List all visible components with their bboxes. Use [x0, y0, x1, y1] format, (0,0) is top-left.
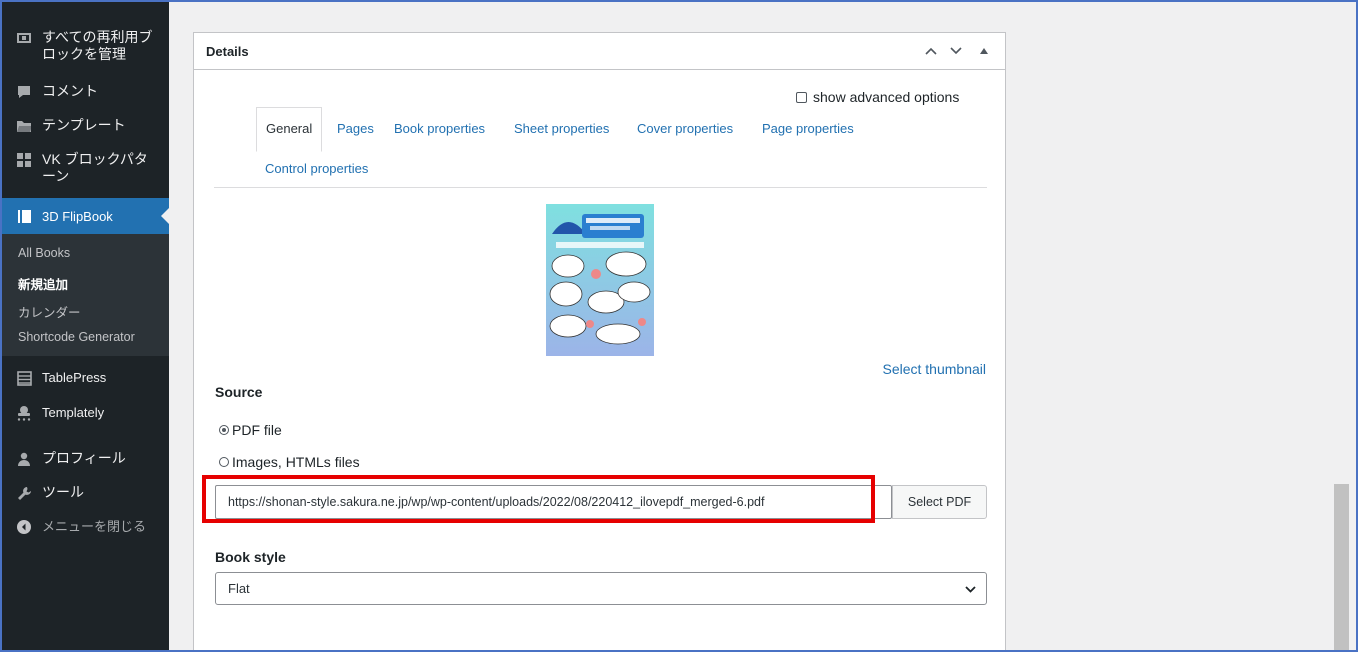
submenu-item-shortcode-generator[interactable]: Shortcode Generator [18, 330, 135, 344]
tab-control-properties[interactable]: Control properties [265, 161, 368, 176]
pdf-url-input[interactable] [215, 485, 892, 519]
sidebar-item-label: テンプレート [42, 117, 126, 133]
book-thumbnail[interactable] [546, 204, 654, 356]
source-label: Source [215, 384, 263, 400]
radio-images-htmls-input[interactable] [219, 457, 229, 467]
tab-book-properties[interactable]: Book properties [394, 121, 485, 136]
sidebar-item-reusable-blocks[interactable]: すべての再利用ブ ロックを管理 [2, 28, 169, 64]
sidebar-item-label: ツール [42, 484, 84, 500]
book-style-select[interactable]: Flat [215, 572, 987, 605]
admin-sidebar: すべての再利用ブ ロックを管理 コメント テンプレート VK ブロックパタ ーン… [2, 2, 169, 652]
details-panel: Details show advanced options General Pa… [193, 32, 1006, 652]
sidebar-item-templately[interactable]: Templately [2, 403, 169, 429]
panel-title: Details [206, 44, 249, 59]
show-advanced-options[interactable]: show advanced options [796, 89, 959, 105]
advanced-options-label: show advanced options [813, 89, 960, 105]
sidebar-item-label: メニューを閉じる [42, 519, 147, 534]
user-icon [14, 449, 34, 469]
move-up-icon[interactable] [922, 41, 940, 61]
sidebar-item-label: 3D FlipBook [42, 209, 113, 224]
book-style-label: Book style [215, 549, 286, 565]
tab-cover-properties[interactable]: Cover properties [637, 121, 733, 136]
reusable-block-icon [14, 28, 34, 48]
flipbook-submenu: All Books 新規追加 カレンダー Shortcode Generator [2, 234, 169, 356]
radio-pdf-file-input[interactable] [219, 425, 229, 435]
select-pdf-button[interactable]: Select PDF [892, 485, 987, 519]
radio-images-htmls[interactable]: Images, HTMLs files [219, 454, 360, 470]
sidebar-item-label: プロフィール [42, 450, 126, 466]
collapse-icon [14, 517, 34, 537]
templately-icon [14, 403, 34, 423]
select-thumbnail-link[interactable]: Select thumbnail [882, 361, 986, 377]
table-icon [14, 368, 34, 388]
advanced-options-checkbox[interactable] [796, 91, 807, 103]
comment-icon [14, 82, 34, 102]
sidebar-item-3d-flipbook[interactable]: 3D FlipBook [2, 198, 169, 234]
toggle-panel-icon[interactable] [975, 41, 993, 61]
tab-pages[interactable]: Pages [337, 121, 374, 136]
submenu-item-all-books[interactable]: All Books [18, 246, 70, 260]
sidebar-item-label-line1: すべての再利用ブ [42, 29, 153, 45]
sidebar-item-tools[interactable]: ツール [2, 483, 169, 505]
move-down-icon[interactable] [947, 41, 965, 61]
sidebar-item-profile[interactable]: プロフィール [2, 449, 169, 471]
sidebar-item-tablepress[interactable]: TablePress [2, 368, 169, 390]
tab-page-properties[interactable]: Page properties [762, 121, 854, 136]
tab-sheet-properties[interactable]: Sheet properties [514, 121, 609, 136]
panel-header: Details [194, 33, 1005, 70]
active-indicator-arrow [161, 208, 169, 224]
sidebar-collapse-menu[interactable]: メニューを閉じる [2, 517, 169, 539]
sidebar-item-label: Templately [42, 405, 105, 420]
book-style-value: Flat [228, 581, 250, 596]
radio-pdf-file[interactable]: PDF file [219, 422, 282, 438]
sidebar-item-comments[interactable]: コメント [2, 82, 169, 104]
sidebar-item-label-line1: VK ブロックパタ [42, 151, 148, 167]
sidebar-item-vk-block-patterns[interactable]: VK ブロックパタ ーン [2, 150, 169, 190]
grid-icon [14, 150, 34, 170]
sidebar-item-templates[interactable]: テンプレート [2, 116, 169, 138]
tab-general[interactable]: General [256, 107, 323, 152]
radio-images-htmls-label: Images, HTMLs files [232, 454, 360, 470]
folder-icon [14, 116, 34, 136]
sidebar-item-label: コメント [42, 83, 98, 99]
book-icon [14, 206, 34, 226]
chevron-down-icon [965, 581, 976, 596]
tabs-divider [214, 187, 987, 188]
submenu-item-calendar[interactable]: カレンダー [18, 302, 81, 321]
thumbnail-image [546, 204, 654, 356]
submenu-item-add-new[interactable]: 新規追加 [18, 274, 68, 293]
sidebar-item-label-line2: ロックを管理 [42, 46, 126, 62]
sidebar-item-label-line2: ーン [42, 168, 70, 184]
radio-pdf-file-label: PDF file [232, 422, 282, 438]
wrench-icon [14, 483, 34, 503]
sidebar-item-label: TablePress [42, 370, 107, 385]
page-scrollbar-thumb[interactable] [1334, 484, 1349, 652]
